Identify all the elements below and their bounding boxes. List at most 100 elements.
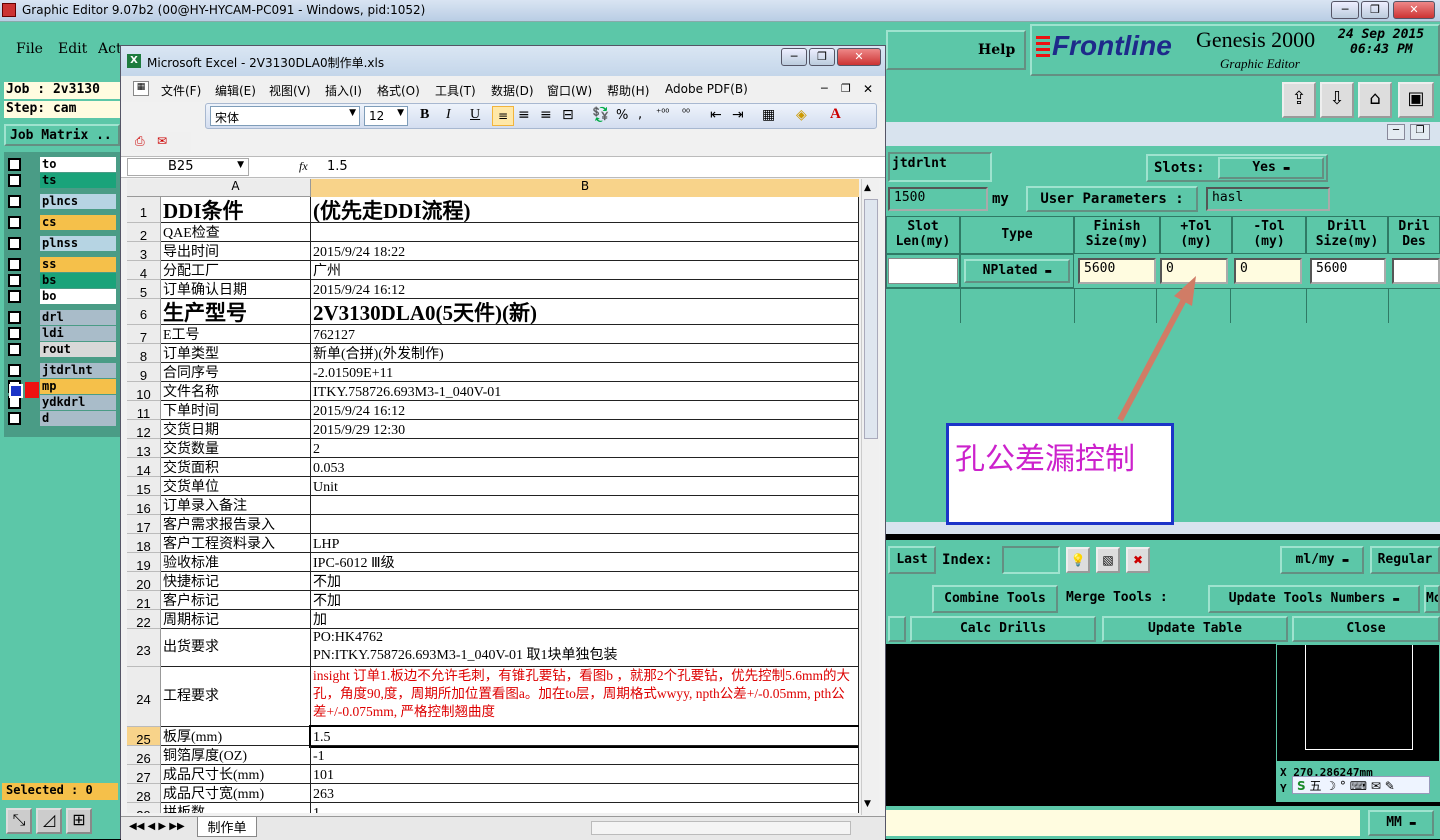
row-header[interactable]: 18 (127, 534, 161, 554)
increase-decimal-icon[interactable]: ⁺⁰⁰ (656, 108, 669, 119)
row-header[interactable]: 29 (127, 803, 161, 813)
doc-restore-icon[interactable]: ❐ (841, 82, 851, 95)
cell-b[interactable] (311, 496, 859, 515)
scroll-down-icon[interactable]: ▼ (864, 799, 871, 809)
cell-a[interactable]: 周期标记 (161, 610, 311, 629)
cell-b[interactable]: IPC-6012 Ⅲ级 (311, 553, 859, 572)
sheet-tab-zhizuodan[interactable]: 制作单 (197, 817, 257, 837)
excel-doc-icon[interactable]: ▦ (133, 81, 149, 96)
cell-b[interactable]: 加 (311, 610, 859, 629)
cell-a[interactable]: 出货要求 (161, 629, 311, 667)
cell-b[interactable]: 广州 (311, 261, 859, 280)
currency-icon[interactable]: 💱 (592, 107, 609, 123)
doc-minimize-icon[interactable]: ─ (821, 82, 828, 95)
excel-menu-help[interactable]: 帮助(H) (607, 82, 649, 99)
excel-menu-edit[interactable]: 编辑(E) (215, 82, 256, 99)
comma-icon[interactable]: , (638, 107, 642, 122)
row-header[interactable]: 15 (127, 477, 161, 497)
cell-a[interactable]: QAE检查 (161, 223, 311, 242)
row-header[interactable]: 11 (127, 401, 161, 421)
excel-minimize-button[interactable]: ─ (781, 48, 807, 66)
cell-b[interactable]: (优先走DDI流程) (311, 197, 859, 223)
row-header[interactable]: 23 (127, 629, 161, 667)
row-header[interactable]: 16 (127, 496, 161, 516)
cell-b[interactable]: 0.053 (311, 458, 859, 477)
cell-a[interactable]: 交货日期 (161, 420, 311, 439)
cell-a[interactable]: 工程要求 (161, 667, 311, 727)
cell-a[interactable]: 订单类型 (161, 344, 311, 363)
row-header[interactable]: 7 (127, 325, 161, 345)
fill-color-icon[interactable]: ◈ (796, 107, 807, 123)
cell-b[interactable]: PO:HK4762 PN:ITKY.758726.693M3-1_040V-01… (311, 629, 859, 667)
cell-b[interactable]: 2015/9/24 16:12 (311, 280, 859, 299)
row-header[interactable]: 27 (127, 765, 161, 785)
cell-a[interactable]: 订单确认日期 (161, 280, 311, 299)
excel-menu-file[interactable]: 文件(F) (161, 82, 201, 99)
excel-menu-window[interactable]: 窗口(W) (547, 82, 592, 99)
row-header[interactable]: 21 (127, 591, 161, 611)
row-header[interactable]: 25 (127, 727, 161, 747)
cell-a[interactable]: 客户标记 (161, 591, 311, 610)
cell-a[interactable]: 导出时间 (161, 242, 311, 261)
cell-b[interactable]: 2V3130DLA0(5天件)(新) (311, 299, 859, 325)
pdf-mail-icon[interactable]: ✉ (157, 134, 167, 148)
underline-icon[interactable]: U (470, 107, 480, 123)
cell-b[interactable]: 762127 (311, 325, 859, 344)
excel-menu-data[interactable]: 数据(D) (491, 82, 534, 99)
row-header[interactable]: 14 (127, 458, 161, 478)
cell-a[interactable]: E工号 (161, 325, 311, 344)
row-header[interactable]: 12 (127, 420, 161, 440)
cell-a[interactable]: 成品尺寸宽(mm) (161, 784, 311, 803)
h-scroll[interactable] (591, 821, 851, 835)
align-center-icon[interactable]: ≡ (518, 107, 530, 123)
cell-a[interactable]: 客户工程资料录入 (161, 534, 311, 553)
cell-b[interactable]: 263 (311, 784, 859, 803)
name-box[interactable]: B25 ▼ (127, 158, 249, 176)
cell-b[interactable]: 1 (311, 803, 859, 813)
align-right-icon[interactable]: ≡ (540, 107, 552, 123)
column-a-header[interactable]: A (161, 179, 311, 197)
v-scrollbar[interactable]: ▲ ▼ (861, 179, 879, 815)
scroll-thumb[interactable] (864, 199, 878, 439)
row-header[interactable]: 3 (127, 242, 161, 262)
cell-a[interactable]: 交货单位 (161, 477, 311, 496)
cell-a[interactable]: 验收标准 (161, 553, 311, 572)
cell-a[interactable]: 铜箔厚度(OZ) (161, 746, 311, 765)
cell-a[interactable]: 合同序号 (161, 363, 311, 382)
cell-a[interactable]: 板厚(mm) (161, 727, 311, 746)
cell-b[interactable]: ITKY.758726.693M3-1_040V-01 (311, 382, 859, 401)
cell-b[interactable]: insight 订单1.板边不允许毛刺，有锥孔要钻，看图b ，就那2个孔要钻，优… (311, 667, 859, 727)
font-name-select[interactable]: 宋体 ▼ (210, 106, 360, 126)
pdf-convert-icon[interactable]: ⎙ (135, 134, 145, 149)
excel-menu-adobe-pdf[interactable]: Adobe PDF(B) (665, 82, 748, 96)
font-size-select[interactable]: 12 ▼ (364, 106, 408, 126)
increase-indent-icon[interactable]: ⇥ (732, 107, 744, 123)
cell-b[interactable]: LHP (311, 534, 859, 553)
cell-a[interactable]: 快捷标记 (161, 572, 311, 591)
row-header[interactable]: 13 (127, 439, 161, 459)
percent-icon[interactable]: % (616, 108, 628, 123)
cell-b[interactable] (311, 223, 859, 242)
excel-menu-format[interactable]: 格式(O) (377, 82, 420, 99)
cell-b[interactable]: -1 (311, 746, 859, 765)
cell-b[interactable]: 不加 (311, 591, 859, 610)
cell-b[interactable]: Unit (311, 477, 859, 496)
cell-a[interactable]: 生产型号 (161, 299, 311, 325)
cell-a[interactable]: 拼板数 (161, 803, 311, 813)
cell-b[interactable]: 101 (311, 765, 859, 784)
cell-a[interactable]: 下单时间 (161, 401, 311, 420)
row-header[interactable]: 20 (127, 572, 161, 592)
cell-a[interactable]: 订单录入备注 (161, 496, 311, 515)
row-header[interactable]: 17 (127, 515, 161, 535)
decrease-indent-icon[interactable]: ⇤ (710, 107, 722, 123)
cell-a[interactable]: 文件名称 (161, 382, 311, 401)
doc-close-icon[interactable]: ✕ (863, 82, 873, 96)
row-header[interactable]: 5 (127, 280, 161, 300)
row-header[interactable]: 9 (127, 363, 161, 383)
merge-center-icon[interactable]: ⊟ (562, 107, 574, 123)
formula-input[interactable]: 1.5 (327, 159, 348, 174)
cell-b[interactable]: -2.01509E+11 (311, 363, 859, 382)
row-header[interactable]: 19 (127, 553, 161, 573)
excel-close-button[interactable]: ✕ (837, 48, 881, 66)
row-header[interactable]: 4 (127, 261, 161, 281)
